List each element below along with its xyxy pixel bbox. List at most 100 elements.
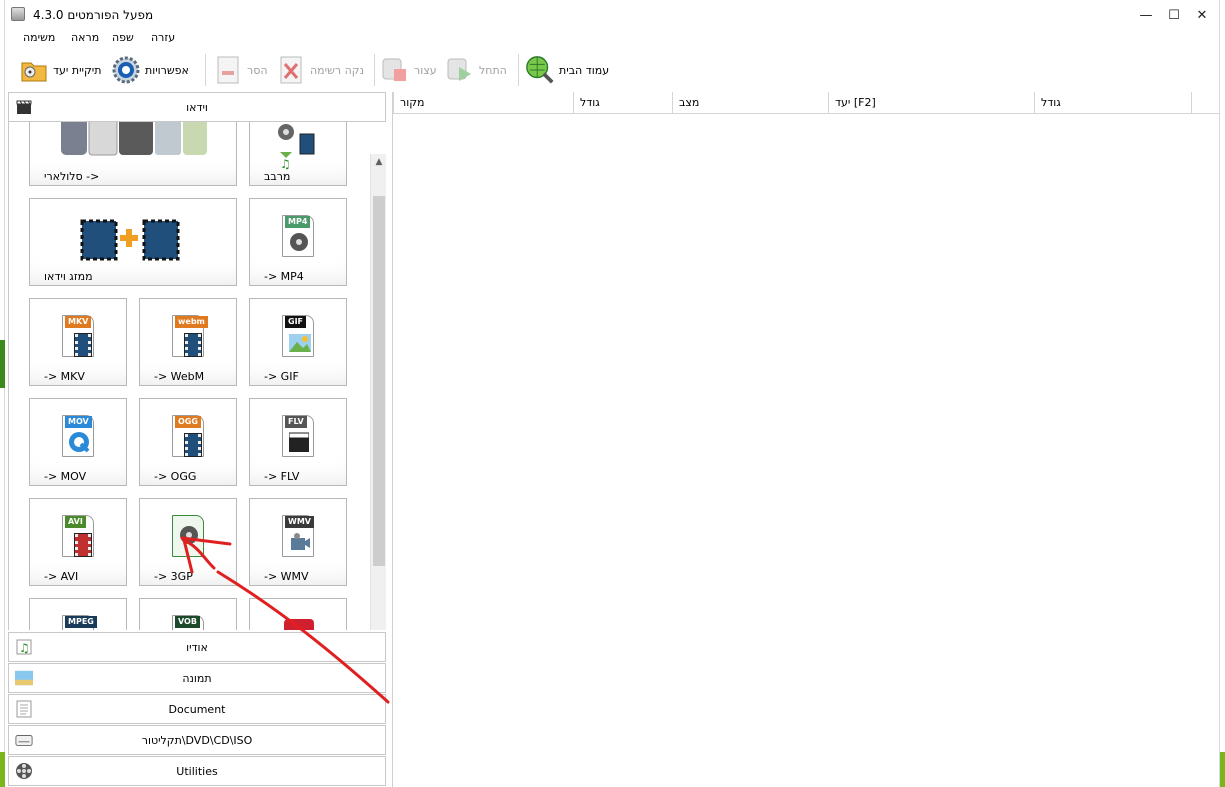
mobile-devices-icon [61, 122, 207, 156]
format-grid: סלולארי -> ♫ מרבב ממזג וידאו MP4 -> MP4 … [8, 122, 386, 630]
tile-video-joiner-label: ממזג וידאו [44, 270, 93, 283]
menu-view[interactable]: מראה [71, 31, 99, 44]
tile-mov[interactable]: MOV -> MOV [29, 398, 127, 486]
stop-button[interactable]: עצור [380, 54, 437, 86]
category-utilities[interactable]: Utilities [8, 756, 386, 786]
category-picture-label: תמונה [182, 671, 212, 685]
tile-mobile[interactable]: סלולארי -> [29, 122, 237, 186]
tile-mpeg[interactable]: MPEG [29, 598, 127, 630]
gear-icon [111, 55, 141, 85]
column-size[interactable]: גודל [574, 92, 673, 114]
output-folder-label: תיקיית יעד [53, 63, 102, 77]
tile-mp4[interactable]: MP4 -> MP4 [249, 198, 347, 286]
column-status[interactable]: מצב [673, 92, 829, 114]
music-note-icon: ♫ [15, 638, 33, 656]
mov-icon: MOV [54, 413, 102, 467]
tile-swf[interactable] [249, 598, 347, 630]
mpeg-icon: MPEG [54, 613, 102, 630]
file-list[interactable]: מקור גודל מצב יעד [F2] גודל [392, 92, 1219, 787]
scroll-thumb[interactable] [373, 196, 385, 566]
clear-list-icon [276, 55, 306, 85]
homepage-button[interactable]: עמוד הבית [525, 54, 609, 86]
globe-icon [525, 55, 555, 85]
category-audio[interactable]: ♫ אודיו [8, 632, 386, 662]
category-utilities-label: Utilities [176, 764, 218, 778]
tile-avi-label: -> AVI [44, 570, 79, 583]
category-video[interactable]: וידאו [8, 92, 386, 122]
picture-icon [15, 669, 33, 687]
desktop-edge-right [1219, 0, 1225, 787]
menu-help[interactable]: עזרה [151, 31, 175, 44]
remove-icon [213, 55, 243, 85]
category-rom-label: תקליטור\DVD\CD\ISO [141, 733, 253, 747]
homepage-label: עמוד הבית [559, 63, 610, 77]
tile-ogg-label: -> OGG [154, 470, 197, 483]
tile-webm-label: -> WebM [154, 370, 205, 383]
tile-mkv[interactable]: MKV -> MKV [29, 298, 127, 386]
column-output-size[interactable]: גודל [1035, 92, 1192, 114]
folder-icon [19, 55, 49, 85]
category-document-label: Document [168, 702, 226, 716]
ogg-icon: OGG [164, 413, 212, 467]
tile-3gp[interactable]: -> 3GP [139, 498, 237, 586]
3gp-icon [164, 513, 212, 567]
menu-task[interactable]: משימה [23, 31, 55, 44]
start-icon [445, 55, 475, 85]
wmv-icon: WMV [274, 513, 322, 567]
stop-label: עצור [414, 63, 437, 77]
category-rom[interactable]: תקליטור\DVD\CD\ISO [8, 725, 386, 755]
options-button[interactable]: אפשרויות [111, 54, 189, 86]
tile-mobile-label: סלולארי -> [44, 170, 100, 183]
grid-scrollbar[interactable]: ▲ ▼ [370, 154, 386, 630]
close-button[interactable]: ✕ [1185, 0, 1219, 30]
output-folder-button[interactable]: תיקיית יעד [19, 54, 102, 86]
tile-wmv[interactable]: WMV -> WMV [249, 498, 347, 586]
tile-vob[interactable]: VOB [139, 598, 237, 630]
options-label: אפשרויות [145, 63, 189, 77]
webm-icon: webm [164, 313, 212, 367]
tile-ogg[interactable]: OGG -> OGG [139, 398, 237, 486]
tile-mkv-label: -> MKV [44, 370, 85, 383]
film-reel-icon [15, 762, 33, 780]
tile-mux-label: מרבב [264, 170, 291, 183]
app-window: מפעל הפורמטים 4.3.0 — ☐ ✕ משימה מראה שפה… [0, 0, 1225, 787]
scroll-up-arrow[interactable]: ▲ [371, 154, 386, 170]
flv-icon: FLV [274, 413, 322, 467]
stop-icon [380, 55, 410, 85]
tile-mov-label: -> MOV [44, 470, 87, 483]
menu-bar: משימה מראה שפה עזרה [5, 30, 205, 48]
desktop-edge-left [0, 0, 5, 787]
avi-icon: AVI [54, 513, 102, 567]
video-joiner-icon [80, 219, 180, 261]
category-panel: וידאו סלולארי -> ♫ מרבב ממזג וידאו MP4 -… [8, 92, 386, 787]
category-video-label: וידאו [186, 100, 208, 114]
tile-video-joiner[interactable]: ממזג וידאו [29, 198, 237, 286]
tile-gif-label: -> GIF [264, 370, 299, 383]
remove-label: הסר [247, 63, 268, 77]
clear-list-label: נקה רשימה [310, 63, 365, 77]
clear-list-button[interactable]: נקה רשימה [276, 54, 364, 86]
window-title: מפעל הפורמטים 4.3.0 [33, 8, 154, 22]
remove-button[interactable]: הסר [213, 54, 268, 86]
mkv-icon: MKV [54, 313, 102, 367]
tile-gif[interactable]: GIF -> GIF [249, 298, 347, 386]
tile-wmv-label: -> WMV [264, 570, 309, 583]
tile-flv-label: -> FLV [264, 470, 300, 483]
tile-mux[interactable]: ♫ מרבב [249, 122, 347, 186]
svg-text:♫: ♫ [19, 641, 30, 655]
column-filler [1192, 92, 1219, 114]
menu-language[interactable]: שפה [112, 31, 134, 44]
column-source[interactable]: מקור [393, 92, 574, 114]
tile-avi[interactable]: AVI -> AVI [29, 498, 127, 586]
gif-icon: GIF [274, 313, 322, 367]
category-document[interactable]: Document [8, 694, 386, 724]
svg-text:♫: ♫ [280, 157, 291, 171]
category-picture[interactable]: תמונה [8, 663, 386, 693]
tile-flv[interactable]: FLV -> FLV [249, 398, 347, 486]
category-audio-label: אודיו [186, 640, 208, 654]
disc-drive-icon [15, 731, 33, 749]
column-output[interactable]: יעד [F2] [829, 92, 1035, 114]
tile-webm[interactable]: webm -> WebM [139, 298, 237, 386]
tile-mp4-label: -> MP4 [264, 270, 304, 283]
start-button[interactable]: התחל [445, 54, 507, 86]
